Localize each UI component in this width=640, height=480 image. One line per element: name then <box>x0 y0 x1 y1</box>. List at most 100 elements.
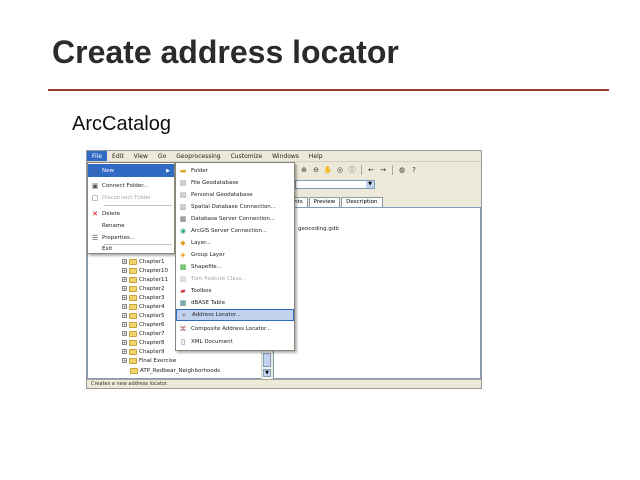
file-menu-disconnect-folder: ▢ Disconnect Folder <box>91 193 152 202</box>
chevron-down-icon[interactable]: ▼ <box>366 181 374 188</box>
tree-item[interactable]: + Chapter4 <box>122 302 165 311</box>
scroll-thumb[interactable] <box>263 353 271 367</box>
folder-icon <box>129 267 137 274</box>
menu-go[interactable]: Go <box>153 151 171 161</box>
dbase-table-icon: ▦ <box>179 299 187 307</box>
tree-item[interactable]: + Chapter8 <box>122 338 165 347</box>
toolbar: ⊕ ⊖ ✋ ◎ ⓘ ← → ◍ ? <box>295 162 481 177</box>
folder-icon <box>129 285 137 292</box>
file-menu-exit[interactable]: Exit <box>88 242 174 255</box>
menu-customize[interactable]: Customize <box>226 151 268 161</box>
expand-icon[interactable]: + <box>122 322 127 327</box>
group-layer-icon: ◈ <box>180 251 186 259</box>
toolbar-separator <box>392 164 393 175</box>
toolbar-separator <box>361 164 362 175</box>
new-menu-spatial-database-connection[interactable]: ▥ Spatial Database Connection... <box>176 201 294 213</box>
submenu-arrow-icon: ▶ <box>166 167 170 174</box>
xml-document-icon: ▯ <box>181 338 185 346</box>
new-menu-toolbox[interactable]: ▰ Toolbox <box>176 285 294 297</box>
tree-item[interactable]: + Chapter11 <box>122 275 168 284</box>
expand-icon[interactable]: + <box>122 304 127 309</box>
tree-item[interactable]: + Chapter2 <box>122 284 165 293</box>
location-combo[interactable]: ▼ <box>295 180 375 189</box>
composite-locator-icon: ⌘ <box>179 325 187 333</box>
folder-icon <box>129 339 137 346</box>
menu-file[interactable]: File <box>87 151 108 161</box>
new-menu-composite-address-locator[interactable]: ⌘ Composite Address Locator... <box>176 323 294 335</box>
file-geodatabase-icon: ▤ <box>179 179 187 187</box>
new-menu-group-layer[interactable]: ◈ Group Layer <box>176 249 294 261</box>
new-menu-turn-feature-class: ▧ Turn Feature Class... <box>179 275 247 283</box>
folder-icon <box>129 303 137 310</box>
new-menu-dbase-table[interactable]: ▦ dBASE Table <box>176 297 294 309</box>
expand-icon[interactable]: + <box>122 340 127 345</box>
new-menu-folder[interactable]: ▬ Folder <box>176 165 294 177</box>
expand-icon[interactable]: + <box>122 313 127 318</box>
identify-icon[interactable]: ⓘ <box>347 165 357 175</box>
slide-title: Create address locator <box>52 34 399 70</box>
globe-icon[interactable]: ◍ <box>397 165 407 175</box>
content-entry[interactable]: geocoding.gdb <box>298 226 339 232</box>
new-menu-personal-geodatabase[interactable]: ▤ Personal Geodatabase <box>176 189 294 201</box>
tab-preview[interactable]: Preview <box>308 197 341 207</box>
properties-icon: ☰ <box>91 233 99 242</box>
shapefile-icon: ▩ <box>179 263 187 271</box>
zoom-in-icon[interactable]: ⊕ <box>299 165 309 175</box>
disconnect-folder-icon: ▢ <box>91 193 99 202</box>
tree-item[interactable]: + Chapter3 <box>122 293 165 302</box>
delete-icon: ✕ <box>92 209 98 218</box>
content-pane <box>273 207 481 379</box>
server-connection-icon: ▦ <box>179 215 187 223</box>
new-menu-xml-document[interactable]: ▯ XML Document <box>176 336 294 348</box>
folder-icon <box>129 294 137 301</box>
folder-icon <box>129 348 137 355</box>
menu-separator <box>104 205 172 206</box>
tree-item[interactable]: + Chapter6 <box>122 320 165 329</box>
folder-icon <box>129 258 137 265</box>
back-icon[interactable]: ← <box>366 165 376 175</box>
new-menu-arcgis-server-connection[interactable]: ◉ ArcGIS Server Connection... <box>176 225 294 237</box>
help-icon[interactable]: ? <box>409 165 419 175</box>
forward-icon[interactable]: → <box>378 165 388 175</box>
new-menu-layer[interactable]: ◆ Layer... <box>176 237 294 249</box>
expand-icon[interactable]: + <box>122 286 127 291</box>
expand-icon[interactable]: + <box>122 277 127 282</box>
pan-icon[interactable]: ✋ <box>323 165 333 175</box>
tree-item[interactable]: + Chapter1 <box>122 257 165 266</box>
expand-icon[interactable]: + <box>122 268 127 273</box>
expand-icon[interactable]: + <box>122 349 127 354</box>
arccatalog-screenshot: File Edit View Go Geoprocessing Customiz… <box>86 150 482 389</box>
menu-edit[interactable]: Edit <box>107 151 129 161</box>
file-menu-new[interactable]: ▫ New ▶ <box>88 164 174 177</box>
new-submenu: ▬ Folder ▤ File Geodatabase ▤ Personal Geod… <box>175 162 295 351</box>
new-menu-shapefile[interactable]: ▩ Shapefile... <box>176 261 294 273</box>
connect-folder-icon: ▣ <box>91 181 99 190</box>
menu-windows[interactable]: Windows <box>267 151 304 161</box>
menu-view[interactable]: View <box>129 151 153 161</box>
slide-subtitle: ArcCatalog <box>72 113 171 135</box>
scroll-down-icon[interactable]: ▼ <box>263 369 271 377</box>
expand-icon[interactable]: + <box>122 358 127 363</box>
zoom-out-icon[interactable]: ⊖ <box>311 165 321 175</box>
new-menu-database-server-connection[interactable]: ▦ Database Server Connection... <box>176 213 294 225</box>
title-divider <box>48 89 609 91</box>
tree-item[interactable]: + Chapter7 <box>122 329 165 338</box>
address-locator-icon: ⌖ <box>182 311 186 319</box>
new-menu-file-geodatabase[interactable]: ▤ File Geodatabase <box>176 177 294 189</box>
tree-item[interactable]: + Chapter5 <box>122 311 165 320</box>
full-extent-icon[interactable]: ◎ <box>335 165 345 175</box>
expand-icon[interactable]: + <box>122 295 127 300</box>
tree-item[interactable]: + Chapter10 <box>122 266 168 275</box>
new-icon: ▫ <box>92 166 98 175</box>
arcgis-server-icon: ◉ <box>179 227 187 235</box>
menu-geoprocessing[interactable]: Geoprocessing <box>171 151 225 161</box>
tree-item[interactable]: + Final Exercise <box>122 356 176 365</box>
expand-icon[interactable]: + <box>122 259 127 264</box>
tree-item[interactable]: + Chapter9 <box>122 347 165 356</box>
new-menu-address-locator[interactable]: ⌖ Address Locator... <box>176 309 294 321</box>
folder-icon <box>129 276 137 283</box>
tab-description[interactable]: Description <box>341 197 383 207</box>
expand-icon[interactable]: + <box>122 331 127 336</box>
tree-item[interactable]: ATP_Redbear_Neighborhoods <box>130 366 220 375</box>
menu-help[interactable]: Help <box>304 151 328 161</box>
